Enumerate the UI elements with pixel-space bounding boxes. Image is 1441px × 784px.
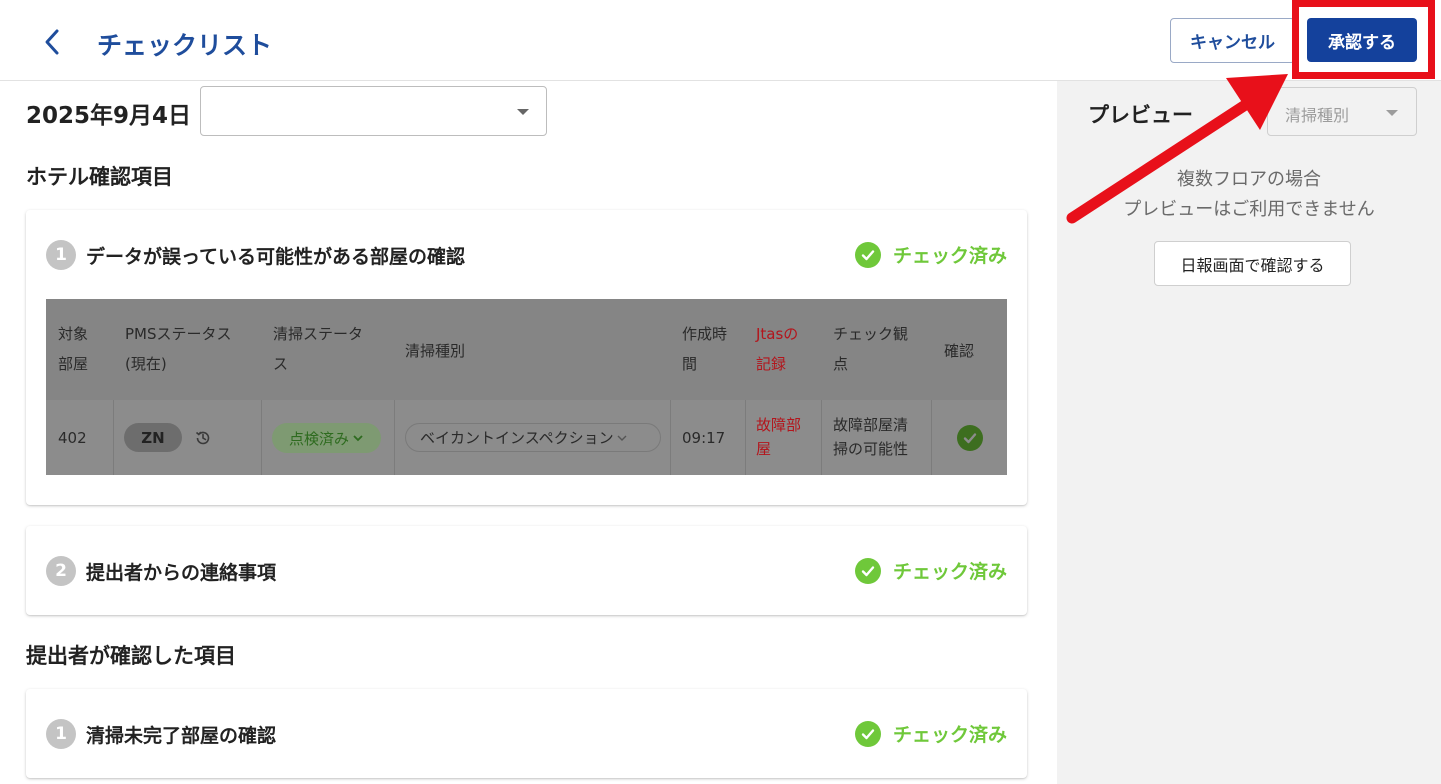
chevron-down-icon	[353, 435, 363, 442]
cell-created-time: 09:17	[682, 429, 726, 447]
checklist-card: 2 提出者からの連絡事項 チェック済み	[26, 526, 1027, 615]
card-title: 提出者からの連絡事項	[86, 561, 277, 584]
daily-report-button[interactable]: 日報画面で確認する	[1154, 241, 1351, 286]
preview-title: プレビュー	[1088, 103, 1193, 127]
approve-button[interactable]: 承認する	[1307, 18, 1417, 62]
th-pms: PMSステータス (現在)	[125, 325, 232, 373]
cleaning-status-select[interactable]: 点検済み	[272, 423, 381, 453]
rooms-table: 対象 部屋 PMSステータス (現在) 清掃ステータ ス 清掃種別 作成時 間 …	[46, 299, 1007, 475]
pms-status-chip: ZN	[124, 423, 182, 452]
item-number-badge: 1	[46, 719, 76, 749]
cell-jtas-record: 故障部 屋	[756, 416, 802, 458]
checked-label: チェック済み	[892, 245, 1007, 267]
header: チェックリスト キャンセル 承認する	[0, 0, 1441, 81]
column-divider	[394, 400, 395, 475]
chevron-down-icon	[617, 435, 627, 441]
page-title: チェックリスト	[97, 31, 273, 60]
cell-room: 402	[58, 429, 87, 447]
checked-label: チェック済み	[892, 724, 1007, 746]
check-circle-icon	[854, 241, 881, 268]
confirm-check-icon[interactable]	[957, 425, 983, 451]
checked-status: チェック済み	[854, 241, 1007, 268]
preview-panel: プレビュー 清掃種別 複数フロアの場合 プレビューはご利用できません 日報画面で…	[1057, 81, 1441, 784]
checked-label: チェック済み	[892, 561, 1007, 583]
section-title-submitter: 提出者が確認した項目	[26, 644, 236, 668]
caret-down-icon	[1386, 110, 1398, 116]
column-divider	[745, 400, 746, 475]
cleaning-type-select[interactable]: ベイカントインスペクション	[405, 423, 661, 452]
cleaning-type-placeholder: 清掃種別	[1285, 106, 1350, 125]
checklist-card: 1 データが誤っている可能性がある部屋の確認 チェック済み 対象 部屋 PMSス…	[26, 210, 1027, 505]
preview-message-line1: 複数フロアの場合	[1177, 169, 1321, 190]
column-divider	[113, 400, 114, 475]
chevron-left-icon	[45, 29, 59, 55]
card-header: 1 データが誤っている可能性がある部屋の確認	[46, 240, 465, 270]
date-select[interactable]	[200, 86, 547, 136]
caret-down-icon	[517, 109, 529, 115]
column-divider	[670, 400, 671, 475]
check-circle-icon	[854, 557, 881, 584]
column-divider	[821, 400, 822, 475]
history-icon[interactable]	[194, 429, 212, 447]
card-header: 2 提出者からの連絡事項	[46, 556, 276, 586]
column-divider	[261, 400, 262, 475]
item-number-badge: 1	[46, 240, 76, 270]
th-created: 作成時 間	[682, 325, 728, 373]
card-header: 1 清掃未完了部屋の確認	[46, 719, 276, 749]
th-jtas: Jtasの 記録	[756, 325, 799, 373]
th-confirm: 確認	[944, 342, 975, 360]
section-title-hotel: ホテル確認項目	[26, 165, 173, 189]
cleaning-type-dropdown[interactable]: 清掃種別	[1267, 87, 1417, 136]
th-cleaning-status: 清掃ステータ ス	[273, 325, 364, 373]
preview-message-line2: プレビューはご利用できません	[1123, 199, 1375, 220]
cell-check-point: 故障部屋清 掃の可能性	[833, 416, 909, 458]
back-button[interactable]	[36, 24, 68, 60]
card-title: 清掃未完了部屋の確認	[86, 724, 277, 747]
date-label: 2025年9月4日	[26, 103, 192, 129]
th-check-point: チェック観 点	[833, 325, 909, 373]
card-title: データが誤っている可能性がある部屋の確認	[86, 245, 466, 268]
column-divider	[931, 400, 932, 475]
cancel-button[interactable]: キャンセル	[1170, 18, 1295, 63]
checked-status: チェック済み	[854, 720, 1007, 747]
check-circle-icon	[854, 720, 881, 747]
checked-status: チェック済み	[854, 557, 1007, 584]
th-cleaning-type: 清掃種別	[405, 342, 466, 360]
item-number-badge: 2	[46, 556, 76, 586]
th-room: 対象 部屋	[58, 325, 89, 373]
checklist-card: 1 清掃未完了部屋の確認 チェック済み	[26, 689, 1027, 778]
